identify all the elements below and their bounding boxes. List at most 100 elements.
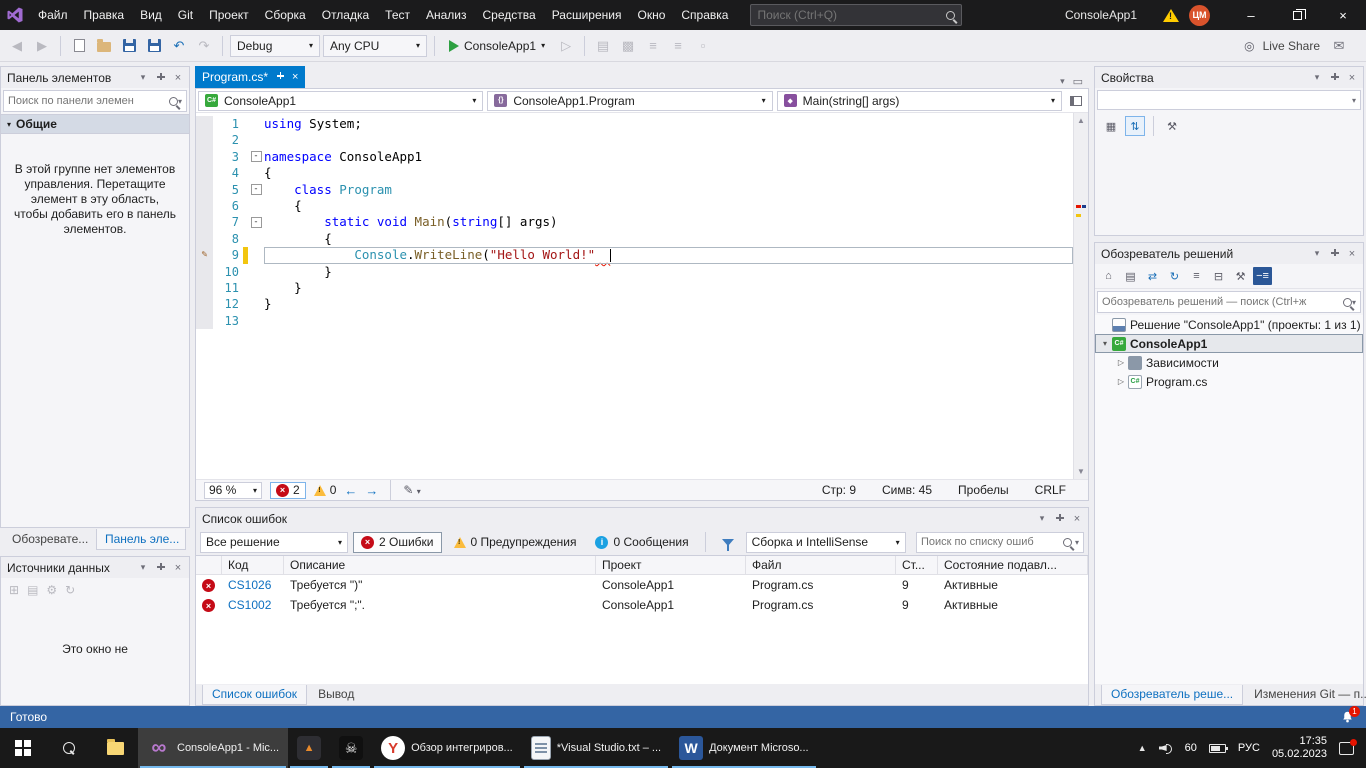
collapse-region-icon[interactable]: - [251,217,262,228]
code-line[interactable]: 3-namespace ConsoleApp1 [196,149,1073,165]
error-column-header[interactable]: Ст... [896,556,938,574]
editor-scrollbar[interactable]: ▲ ▼ [1073,113,1088,479]
code-line[interactable]: 7- static void Main(string[] args) [196,214,1073,230]
taskbar-app-button[interactable]: ▲ [288,728,330,768]
menu-item[interactable]: Вид [132,0,170,30]
save-all-icon[interactable] [143,35,165,57]
categorized-icon[interactable]: ▦ [1101,116,1121,136]
glyph-margin[interactable] [196,264,213,280]
error-column-header[interactable]: Проект [596,556,746,574]
start-debugging-button[interactable]: ConsoleApp1 ▾ [442,35,552,57]
code-line[interactable]: 10 } [196,264,1073,280]
notification-warning-icon[interactable]: ! [1163,9,1179,22]
filter-button[interactable] [715,532,741,553]
glyph-margin[interactable] [196,280,213,296]
spaces-label[interactable]: Пробелы [958,483,1009,497]
code-text[interactable] [264,132,1073,148]
save-icon[interactable] [118,35,140,57]
feedback-icon[interactable]: ✉ [1328,35,1350,57]
hot-reload-icon[interactable]: ▷ [555,35,577,57]
file-explorer-icon[interactable] [92,728,138,768]
code-text[interactable]: Console.WriteLine("Hello World!" [264,247,1073,263]
code-text[interactable]: } [264,296,1073,312]
error-column-header[interactable]: Состояние подавл... [938,556,1088,574]
pin-icon[interactable] [1054,513,1065,524]
error-list-search[interactable]: ▾ [916,532,1084,553]
error-column-header[interactable]: Код [222,556,284,574]
menu-item[interactable]: Тест [377,0,418,30]
minimize-button[interactable]: – [1228,0,1274,30]
left-panel-tab[interactable]: Обозревате... [4,529,94,550]
tree-expanded-arrow-icon[interactable]: ▾ [1099,339,1111,348]
right-panel-tab[interactable]: Изменения Git — п... [1245,685,1366,705]
tree-collapsed-arrow-icon[interactable]: ▷ [1115,358,1127,367]
menu-item[interactable]: Сборка [257,0,314,30]
menu-item[interactable]: Расширения [544,0,630,30]
bottom-panel-tab[interactable]: Список ошибок [202,685,307,705]
bottom-panel-tab[interactable]: Вывод [309,685,363,705]
split-window-icon[interactable] [1070,96,1082,106]
keyboard-language-label[interactable]: РУС [1238,742,1260,754]
error-column-header[interactable] [196,556,222,574]
toolbox-search[interactable]: ▾ [3,90,187,112]
outdent-icon[interactable]: ≡ [667,35,689,57]
menu-item[interactable]: Проект [201,0,257,30]
glyph-margin[interactable] [196,296,213,312]
scope-dropdown[interactable]: Все решение▾ [200,532,348,553]
code-text[interactable]: { [264,198,1073,214]
glyph-margin[interactable] [196,116,213,132]
errors-filter-button[interactable]: × 2 Ошибки [353,532,442,553]
code-text[interactable]: namespace ConsoleApp1 [264,149,1073,165]
close-icon[interactable]: × [171,561,185,575]
source-dropdown[interactable]: Сборка и IntelliSense▾ [746,532,906,553]
pin-icon[interactable] [1329,72,1340,83]
navigate-back-icon[interactable]: ◀ [6,35,28,57]
hidden-icons-chevron-icon[interactable]: ▲ [1138,743,1147,753]
error-column-header[interactable]: Описание [284,556,596,574]
close-icon[interactable]: × [1345,247,1359,261]
menu-item[interactable]: Git [170,0,201,30]
code-line[interactable]: 2 [196,132,1073,148]
right-panel-tab[interactable]: Обозреватель реше... [1101,685,1243,705]
error-code[interactable]: CS1026 [222,578,284,592]
code-text[interactable] [264,313,1073,329]
configuration-dropdown[interactable]: Debug▾ [230,35,320,57]
close-icon[interactable]: × [292,71,298,83]
collapse-region-icon[interactable]: - [251,184,262,195]
alphabetical-sort-icon[interactable]: ⇅ [1125,116,1145,136]
fold-margin[interactable]: - [248,149,264,165]
undo-icon[interactable]: ↶ [168,35,190,57]
sync-with-active-document-icon[interactable]: ⇄ [1143,267,1162,285]
platform-dropdown[interactable]: Any CPU▾ [323,35,427,57]
scroll-up-icon[interactable]: ▲ [1077,113,1085,128]
glyph-margin[interactable] [196,149,213,165]
code-text[interactable]: { [264,231,1073,247]
code-cleanup-icon[interactable]: ✎ ▾ [403,483,420,497]
error-row[interactable]: ×CS1026Требуется ")"ConsoleApp1Program.c… [196,575,1088,595]
taskbar-app-button[interactable]: YОбзор интегриров... [372,728,522,768]
switch-views-icon[interactable]: ▤ [1121,267,1140,285]
user-avatar[interactable]: ЦМ [1189,5,1210,26]
chevron-down-icon[interactable]: ▾ [1310,71,1324,85]
error-list-search-input[interactable] [921,536,1060,548]
code-text[interactable]: static void Main(string[] args) [264,214,1073,230]
left-panel-tab[interactable]: Панель эле... [96,529,186,550]
navigate-forward-icon[interactable]: ▶ [31,35,53,57]
chevron-down-icon[interactable]: ▾ [136,561,150,575]
tree-item[interactable]: ▾C#ConsoleApp1 [1095,334,1363,353]
action-center-icon[interactable] [1339,742,1354,755]
tree-item[interactable]: ▷Зависимости [1095,353,1363,372]
code-line[interactable]: 12} [196,296,1073,312]
glyph-margin[interactable] [196,313,213,329]
live-share-label[interactable]: Live Share [1263,39,1320,53]
pin-icon[interactable] [155,72,166,83]
previous-issue-icon[interactable]: ← [344,483,357,498]
messages-filter-button[interactable]: i 0 Сообщения [588,532,695,553]
open-file-icon[interactable] [93,35,115,57]
tree-item[interactable]: Решение "ConsoleApp1" (проекты: 1 из 1) [1095,315,1363,334]
tree-item[interactable]: ▷C#Program.cs [1095,372,1363,391]
document-list-chevron-icon[interactable]: ▾ [1060,76,1065,87]
code-line[interactable]: 1using System; [196,116,1073,132]
error-column-header[interactable]: Файл [746,556,896,574]
collapse-region-icon[interactable]: - [251,151,262,162]
